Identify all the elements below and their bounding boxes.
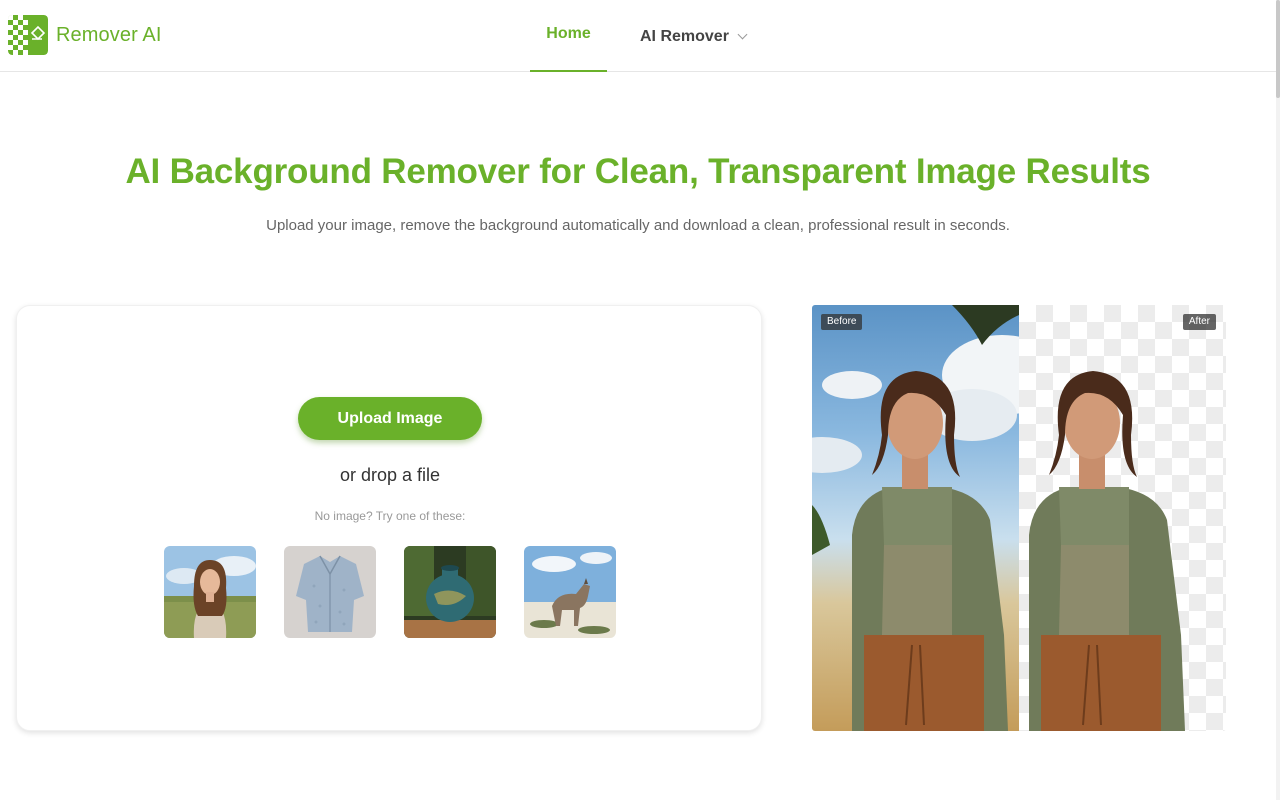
chevron-down-icon bbox=[737, 29, 748, 40]
brand-name: Remover AI bbox=[56, 23, 162, 46]
upload-card[interactable]: Upload Image or drop a file No image? Tr… bbox=[16, 305, 762, 731]
sample-vase[interactable] bbox=[404, 546, 496, 638]
scrollbar-thumb[interactable] bbox=[1276, 0, 1280, 98]
main-nav: Home AI Remover bbox=[530, 0, 748, 72]
sample-woman-field[interactable] bbox=[164, 546, 256, 638]
checkerboard-eraser-icon bbox=[8, 15, 48, 55]
nav-ai-remover[interactable]: AI Remover bbox=[640, 0, 748, 72]
drop-file-text: or drop a file bbox=[339, 465, 441, 485]
samples-prompt: No image? Try one of these: bbox=[314, 509, 466, 523]
nav-home[interactable]: Home bbox=[530, 0, 607, 72]
brand-logo[interactable]: Remover AI bbox=[8, 15, 161, 55]
sample-wolf[interactable] bbox=[524, 546, 616, 638]
page-title: AI Background Remover for Clean, Transpa… bbox=[125, 152, 1151, 191]
before-image: Before bbox=[812, 305, 1019, 731]
before-after-comparison[interactable]: Before After bbox=[812, 305, 1226, 731]
top-navigation-bar: Remover AI Home AI Remover bbox=[0, 0, 1276, 72]
before-label: Before bbox=[821, 314, 863, 330]
sample-shirt[interactable] bbox=[284, 546, 376, 638]
scrollbar-track[interactable] bbox=[1276, 0, 1280, 800]
upload-image-button[interactable]: Upload Image bbox=[298, 397, 482, 440]
nav-ai-remover-label: AI Remover bbox=[640, 28, 729, 45]
after-label: After bbox=[1182, 314, 1216, 330]
page-subtitle: Upload your image, remove the background… bbox=[266, 217, 1010, 234]
sample-images bbox=[164, 546, 616, 638]
after-image: After bbox=[1019, 305, 1226, 731]
